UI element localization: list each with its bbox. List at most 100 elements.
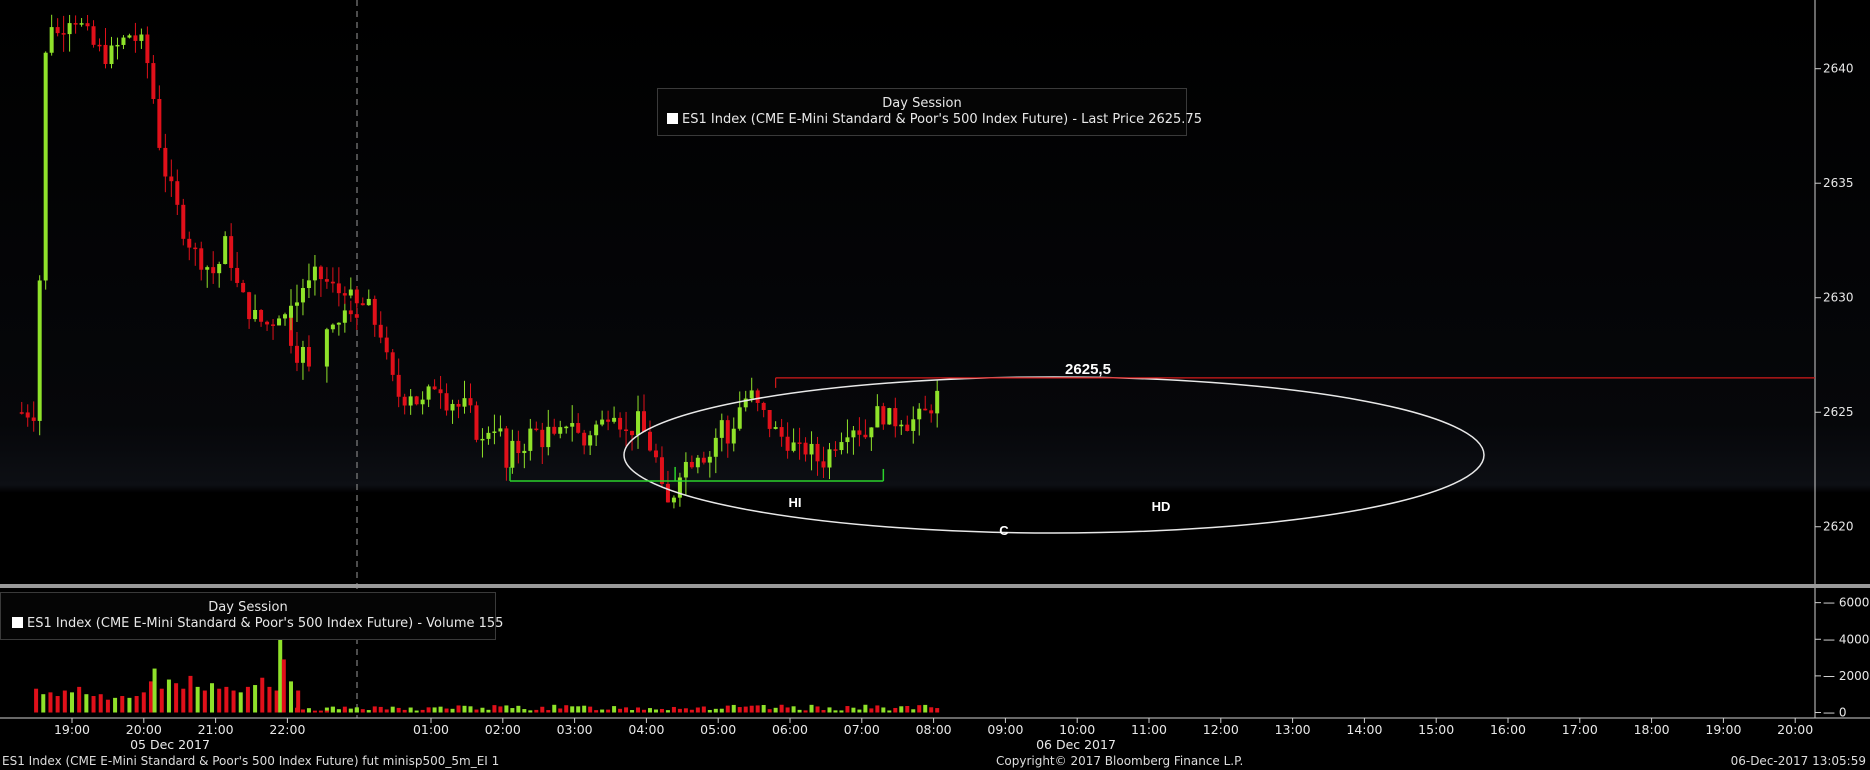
volume-bar xyxy=(318,710,323,713)
price-legend[interactable]: Day Session ES1 Index (CME E-Mini Standa… xyxy=(657,88,1202,136)
candle-body xyxy=(725,420,730,444)
volume-bar xyxy=(911,709,916,713)
candle-body xyxy=(253,309,258,320)
candle-body xyxy=(306,347,311,367)
candle-body xyxy=(330,324,335,330)
candle-body xyxy=(139,34,144,41)
volume-bar xyxy=(659,708,664,713)
candle-body xyxy=(145,34,150,64)
volume-bar xyxy=(260,677,265,713)
price-axis-ticks: 2620 2625 2630 2635 2640 xyxy=(1815,62,1854,534)
candle-body xyxy=(564,426,569,429)
candle-body xyxy=(857,430,862,435)
time-tick-label: 19:00 xyxy=(54,722,90,737)
volume-bar xyxy=(360,709,365,713)
candle-body xyxy=(97,44,102,47)
candle-body xyxy=(360,303,365,306)
volume-bar xyxy=(719,708,724,713)
volume-bar xyxy=(396,707,401,713)
volume-bar xyxy=(408,707,413,713)
volume-bar xyxy=(238,692,243,713)
volume-bar xyxy=(432,707,437,713)
candle-body xyxy=(348,310,353,315)
candle-body xyxy=(169,176,174,182)
candle-body xyxy=(85,23,90,27)
volume-bar xyxy=(217,688,222,713)
volume-bar xyxy=(450,708,455,713)
volume-bar xyxy=(306,708,311,713)
candle-body xyxy=(187,238,192,248)
volume-bar xyxy=(809,704,814,713)
candle-body xyxy=(606,419,611,422)
volume-bar xyxy=(683,708,688,713)
candle-body xyxy=(887,408,892,425)
volume-bar xyxy=(274,690,279,713)
candle-body xyxy=(558,427,563,434)
volume-bar xyxy=(552,704,557,713)
time-tick-label: 20:00 xyxy=(126,722,162,737)
candle-body xyxy=(336,322,341,325)
time-tick-label: 13:00 xyxy=(1275,722,1311,737)
bloomberg-chart-window: 2620 2625 2630 2635 2640 2625,5 HI C HD — 0—… xyxy=(0,0,1870,770)
volume-legend[interactable]: Day Session ES1 Index (CME E-Mini Standa… xyxy=(0,592,503,640)
volume-bar xyxy=(887,710,892,713)
candle-body xyxy=(438,389,443,394)
volume-bar xyxy=(516,705,521,713)
price-tick-label: 2640 xyxy=(1823,62,1854,76)
candle-body xyxy=(731,428,736,444)
candle-body xyxy=(582,432,587,446)
candle-body xyxy=(911,419,916,431)
candle-body xyxy=(468,398,473,406)
volume-bar xyxy=(354,708,359,713)
volume-bar xyxy=(188,675,193,713)
time-tick-label: 17:00 xyxy=(1562,722,1598,737)
volume-bar xyxy=(498,706,503,713)
candle-body xyxy=(636,411,641,436)
candle-body xyxy=(396,374,401,397)
candle-body xyxy=(815,443,820,462)
candle-body xyxy=(91,26,96,45)
volume-bar xyxy=(576,706,581,713)
volume-bar xyxy=(630,710,635,713)
candle-body xyxy=(785,436,790,451)
volume-bar xyxy=(743,706,748,713)
candle-body xyxy=(791,442,796,451)
volume-bar xyxy=(618,708,623,713)
candle-body xyxy=(163,147,168,177)
candle-body xyxy=(342,293,347,296)
candle-body xyxy=(354,314,359,318)
candle-body xyxy=(546,426,551,448)
candle-body xyxy=(821,461,826,468)
candle-body xyxy=(61,33,66,35)
candle-body xyxy=(402,396,407,406)
volume-bar xyxy=(55,696,60,713)
time-tick-label: 03:00 xyxy=(557,722,593,737)
volume-bar xyxy=(707,709,712,713)
volume-bar xyxy=(480,707,485,713)
volume-bar xyxy=(588,706,593,713)
candle-body xyxy=(522,450,527,454)
candle-body xyxy=(653,450,658,458)
volume-bar xyxy=(384,709,389,713)
volume-bar xyxy=(773,707,778,713)
candle-body xyxy=(324,329,329,367)
volume-bar xyxy=(245,686,250,713)
volume-bar xyxy=(695,707,700,713)
candle-body xyxy=(851,430,856,438)
candle-body xyxy=(217,264,222,274)
candle-body xyxy=(312,266,317,281)
left-shoulder-label: HI xyxy=(789,495,802,510)
candle-body xyxy=(647,431,652,451)
volume-bar xyxy=(372,706,377,713)
volume-bar xyxy=(48,692,53,713)
volume-bar xyxy=(875,705,880,713)
pane-separator[interactable] xyxy=(0,584,1870,588)
volume-bar xyxy=(665,710,670,713)
volume-bar xyxy=(253,685,258,713)
time-tick-label: 04:00 xyxy=(628,722,664,737)
candle-body xyxy=(229,236,234,268)
volume-bar xyxy=(474,709,479,713)
candle-body xyxy=(133,35,138,41)
volume-bar xyxy=(300,709,305,713)
candle-body xyxy=(205,267,210,270)
